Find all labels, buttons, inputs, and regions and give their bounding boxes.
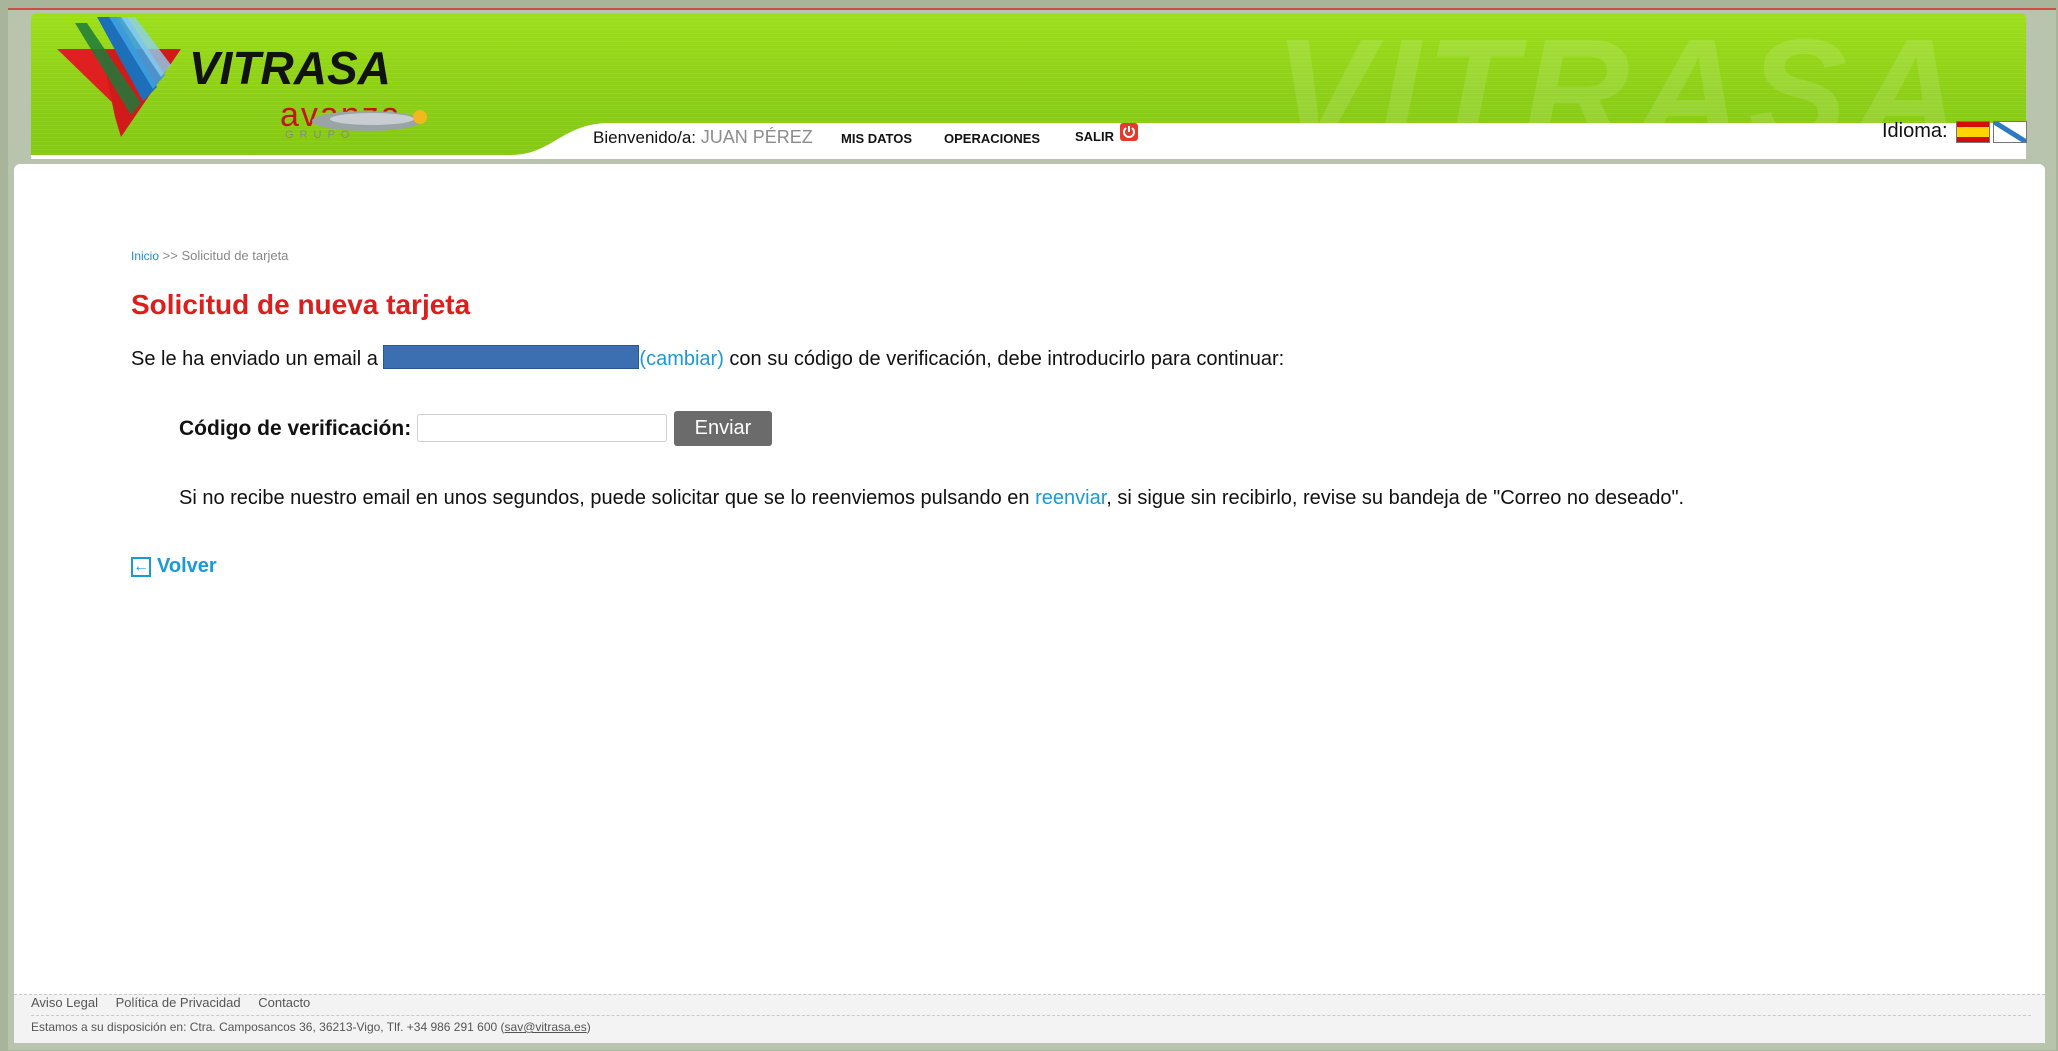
- nav-operaciones[interactable]: OPERACIONES: [944, 131, 1040, 146]
- footer-email-link[interactable]: sav@vitrasa.es: [505, 1020, 587, 1034]
- main-content: Inicio >> Solicitud de tarjeta Solicitud…: [14, 164, 2045, 994]
- footer-privacy-link[interactable]: Política de Privacidad: [116, 995, 241, 1010]
- nav-mis-datos[interactable]: MIS DATOS: [841, 131, 912, 146]
- email-sent-message: Se le ha enviado un email a (cambiar) co…: [131, 345, 1284, 371]
- resend-message: Si no recibe nuestro email en unos segun…: [179, 487, 1684, 510]
- breadcrumb-home-link[interactable]: Inicio: [131, 249, 159, 263]
- welcome-label: Bienvenido/a:: [593, 128, 697, 147]
- nav-salir[interactable]: SALIR: [1075, 129, 1114, 144]
- welcome-text: Bienvenido/a: JUAN PÉREZ: [593, 127, 813, 148]
- page-title: Solicitud de nueva tarjeta: [131, 289, 471, 320]
- footer-address-text: Estamos a su disposición en: Ctra. Campo…: [31, 1020, 505, 1034]
- breadcrumb-current: Solicitud de tarjeta: [181, 248, 289, 263]
- footer: Aviso Legal Política de Privacidad Conta…: [14, 994, 2045, 1043]
- nav-bar-bg: [611, 123, 2026, 159]
- language-label: Idioma:: [1882, 120, 1948, 142]
- resend-link[interactable]: reenviar: [1035, 487, 1106, 509]
- back-label: Volver: [157, 555, 217, 577]
- footer-links: Aviso Legal Política de Privacidad Conta…: [31, 995, 324, 1010]
- spain-flag-icon[interactable]: [1956, 121, 1990, 143]
- breadcrumb: Inicio >> Solicitud de tarjeta: [131, 248, 288, 263]
- breadcrumb-separator: >>: [162, 248, 178, 263]
- footer-aviso-legal-link[interactable]: Aviso Legal: [31, 995, 98, 1010]
- footer-address: Estamos a su disposición en: Ctra. Campo…: [31, 1020, 591, 1034]
- send-button[interactable]: Enviar: [674, 411, 772, 446]
- message-suffix: con su código de verificación, debe intr…: [729, 348, 1285, 370]
- resend-prefix: Si no recibe nuestro email en unos segun…: [179, 487, 1030, 509]
- footer-contact-link[interactable]: Contacto: [258, 995, 310, 1010]
- verification-code-label: Código de verificación:: [179, 417, 412, 440]
- power-icon[interactable]: [1120, 123, 1138, 141]
- redacted-email: [383, 345, 640, 369]
- resend-suffix: , si sigue sin recibirlo, revise su band…: [1106, 487, 1685, 509]
- galicia-flag-icon[interactable]: [1993, 121, 2027, 143]
- back-button[interactable]: ← Volver: [131, 555, 217, 578]
- arrow-left-icon: ←: [131, 556, 151, 577]
- footer-divider: [31, 1015, 2031, 1016]
- user-name: JUAN PÉREZ: [700, 127, 813, 147]
- change-email-link[interactable]: (cambiar): [639, 348, 723, 370]
- logo-wordmark: VITRASA: [189, 42, 391, 94]
- power-icon-glyph: [1123, 126, 1135, 138]
- message-prefix: Se le ha enviado un email a: [131, 348, 378, 370]
- footer-address-end: ): [586, 1020, 591, 1034]
- nav-curve-shape: [31, 123, 631, 159]
- verification-code-input[interactable]: [417, 414, 667, 442]
